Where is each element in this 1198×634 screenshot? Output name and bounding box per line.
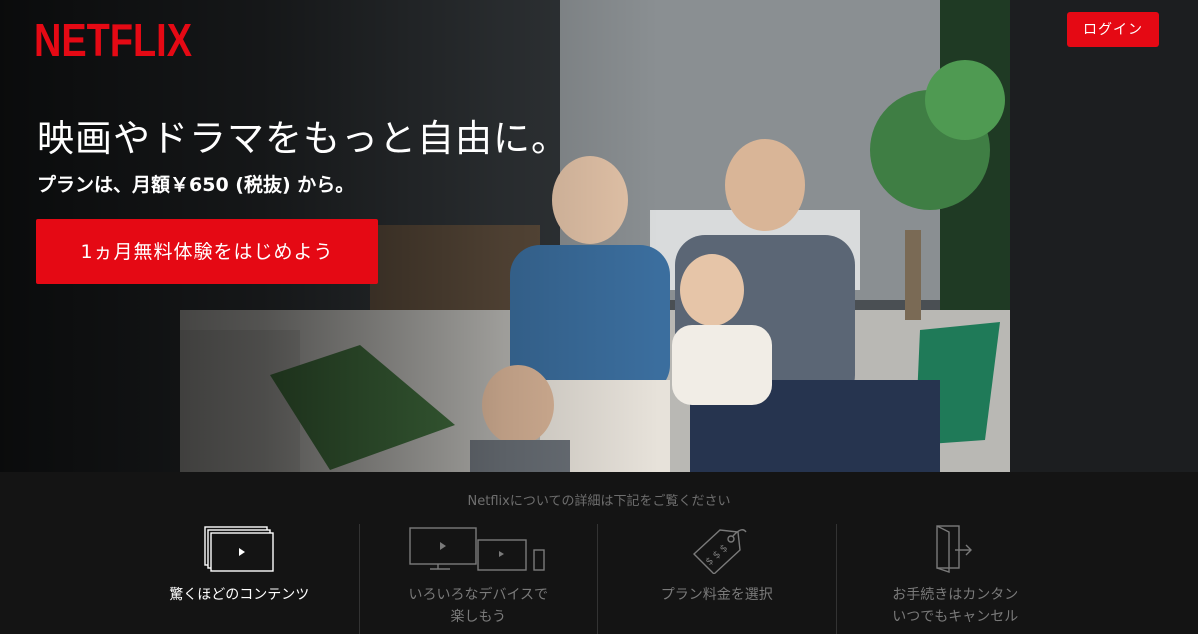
free-trial-button[interactable]: 1ヵ月無料体験をはじめよう <box>36 219 378 284</box>
price-tag-icon: $ $ $ <box>692 529 747 574</box>
tab-label: お手続きはカンタン いつでもキャンセル <box>837 584 1075 628</box>
features-intro: Netflixについての詳細は下記をご覧ください <box>467 494 731 509</box>
tab-pricing[interactable]: $ $ $ プラン料金を選択 <box>597 524 836 634</box>
tab-label: 驚くほどのコンテンツ <box>120 584 359 606</box>
login-button[interactable]: ログイン <box>1067 12 1159 47</box>
tab-label-line: 驚くほどのコンテンツ <box>169 587 310 603</box>
tab-label-line: 楽しもう <box>450 609 507 625</box>
devices-icon <box>409 527 545 571</box>
tab-cancel[interactable]: お手続きはカンタン いつでもキャンセル <box>835 524 1075 634</box>
netflix-logo[interactable]: NETFLIX <box>34 14 192 58</box>
tab-label: いろいろなデバイスで 楽しもう <box>360 584 598 628</box>
logo-text: NETFLIX <box>34 14 192 58</box>
svg-text:$ $ $: $ $ $ <box>704 543 730 568</box>
tab-label-line: いろいろなデバイスで <box>408 587 549 603</box>
tab-devices[interactable]: いろいろなデバイスで 楽しもう <box>358 524 598 634</box>
feature-tabs: 驚くほどのコンテンツ いろいろなデバイスで 楽しもう $ $ $ プラン料金を選… <box>120 524 1074 634</box>
tab-label-line: いつでもキャンセル <box>892 609 1019 625</box>
tab-label: プラン料金を選択 <box>598 584 836 606</box>
features-section: Netflixについての詳細は下記をご覧ください 驚くほどのコンテンツ いろいろ… <box>0 472 1198 634</box>
tab-label-line: お手続きはカンタン <box>892 587 1019 603</box>
tab-label-line: プラン料金を選択 <box>660 587 773 603</box>
exit-door-icon <box>936 525 973 573</box>
hero-headline: 映画やドラマをもっと自由に。 <box>37 117 569 160</box>
hero-section: NETFLIX ログイン 映画やドラマをもっと自由に。 プランは、月額￥650 … <box>0 0 1198 472</box>
hero-price-text: プランは、月額￥650 (税抜) から。 <box>37 174 355 196</box>
tab-content[interactable]: 驚くほどのコンテンツ <box>120 524 359 634</box>
stacked-screens-play-icon <box>204 526 274 572</box>
